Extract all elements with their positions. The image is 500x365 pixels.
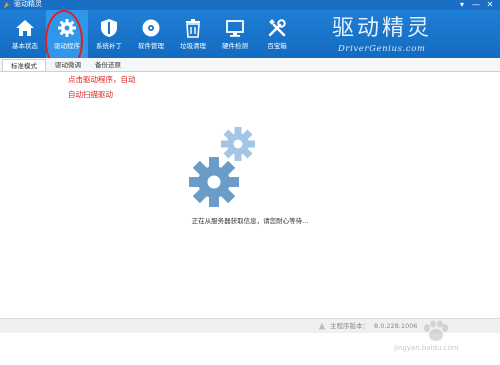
toolbar-item-label: 驱动程序 <box>54 42 80 50</box>
toolbar-item-drivers[interactable]: 驱动程序 <box>46 10 88 58</box>
annotation-line-2: 自动扫描驱动 <box>68 90 113 99</box>
tools-icon <box>268 19 286 37</box>
toolbar-item-label: 百宝箱 <box>267 42 287 50</box>
info-icon <box>318 322 326 330</box>
menu-dropdown-button[interactable]: ▾ <box>456 0 468 10</box>
tab-standard-mode[interactable]: 标准模式 <box>2 59 46 71</box>
toolbar-item-label: 系统补丁 <box>96 42 122 50</box>
toolbar-item-label: 硬件检测 <box>222 42 248 50</box>
toolbar-item-toolbox[interactable]: 百宝箱 <box>256 10 298 58</box>
toolbar-item-junk-cleanup[interactable]: 垃圾清理 <box>172 10 214 58</box>
disc-icon <box>142 19 160 37</box>
tab-backup-restore[interactable]: 备份还原 <box>90 59 126 71</box>
version-label: 主程序版本： <box>330 322 369 330</box>
brand-name-en: DriverGenius.com <box>338 44 426 54</box>
baidu-watermark: jingyan.baidu.com <box>388 318 488 358</box>
brand-logo: 驱动精灵 DriverGenius.com <box>332 14 442 58</box>
trash-icon <box>186 19 200 38</box>
loading-gears-icon <box>189 127 255 207</box>
paw-watermark-icon <box>424 320 448 341</box>
brand-name-cn: 驱动精灵 <box>332 16 433 41</box>
app-logo-icon <box>3 1 11 9</box>
toolbar-item-label: 基本状态 <box>12 42 38 50</box>
gear-icon <box>58 19 76 37</box>
toolbar-item-label: 垃圾清理 <box>180 42 206 50</box>
toolbar-item-system-patch[interactable]: 系统补丁 <box>88 10 130 58</box>
toolbar-item-basic-status[interactable]: 基本状态 <box>4 10 46 58</box>
home-icon <box>16 20 34 36</box>
toolbar-item-hardware-detect[interactable]: 硬件检测 <box>214 10 256 58</box>
toolbar-item-label: 软件管理 <box>138 42 164 50</box>
loading-status-message: 正在从服务器获取信息，请您耐心等待... <box>191 217 309 225</box>
annotation-line-1: 点击驱动程序，自动 <box>68 75 136 84</box>
watermark-text: jingyan.baidu.com <box>394 344 459 352</box>
title-bar: 驱动精灵 ▾ — ✕ <box>0 0 500 10</box>
tab-driver-tuning[interactable]: 驱动微调 <box>50 59 86 71</box>
monitor-icon <box>226 20 244 37</box>
main-toolbar: 基本状态 驱动程序 系统补丁 软件管理 垃圾清理 硬件检测 百宝箱 驱动精灵 D… <box>0 10 500 58</box>
mode-tab-bar: 标准模式 驱动微调 备份还原 <box>0 58 500 72</box>
shield-icon <box>101 19 117 37</box>
minimize-button[interactable]: — <box>470 0 482 10</box>
toolbar-item-software-manager[interactable]: 软件管理 <box>130 10 172 58</box>
close-button[interactable]: ✕ <box>484 0 496 10</box>
window-title: 驱动精灵 <box>14 0 42 8</box>
small-gear-icon <box>221 127 255 161</box>
